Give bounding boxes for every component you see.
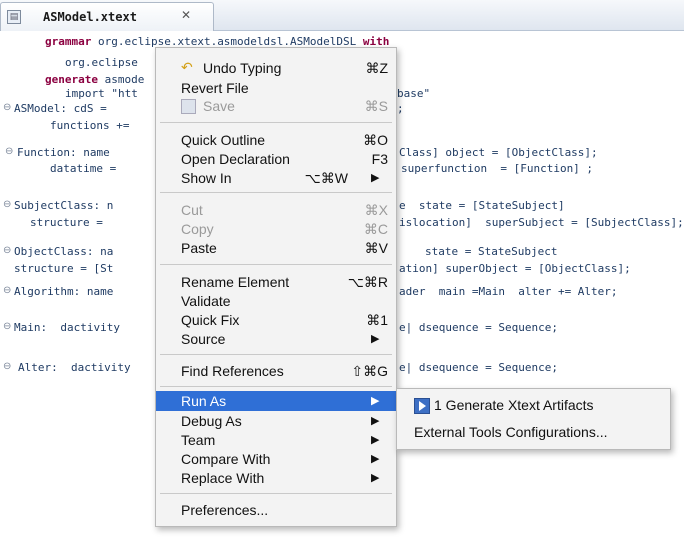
submenu-item-generate-xtext-artifacts[interactable]: 1 Generate Xtext Artifacts [397, 394, 670, 416]
code-line: ation] superObject = [ObjectClass]; [399, 262, 631, 275]
menu-item-show-in[interactable]: Show In ⌥⌘W ▶ [156, 168, 396, 188]
code-line: ader main =Main alter += Alter; [399, 285, 618, 298]
code-line: e state = [StateSubject] [399, 199, 565, 212]
submenu-item-external-tools[interactable]: External Tools Configurations... [397, 421, 670, 443]
submenu-arrow-icon: ▶ [371, 434, 380, 446]
generate-icon [414, 398, 430, 414]
run-as-submenu: 1 Generate Xtext Artifacts External Tool… [396, 388, 671, 450]
fold-icon[interactable]: ⊖ [3, 321, 11, 332]
context-menu: ↶ Undo Typing ⌘Z Revert File Save ⌘S Qui… [155, 47, 397, 527]
menu-item-cut[interactable]: Cut ⌘X [156, 200, 396, 220]
code-line: islocation] superSubject = [SubjectClass… [399, 216, 684, 229]
menu-item-paste[interactable]: Paste ⌘V [156, 238, 396, 258]
code-line: datatime = [50, 162, 117, 175]
code-line: functions += [50, 119, 130, 132]
code-line: ObjectClass: na [14, 245, 114, 258]
menu-separator [160, 354, 392, 355]
menu-item-save[interactable]: Save ⌘S [156, 96, 396, 116]
submenu-arrow-icon: ▶ [371, 333, 380, 345]
code-line: e| dsequence = Sequence; [399, 321, 558, 334]
menu-item-copy[interactable]: Copy ⌘C [156, 219, 396, 239]
menu-item-quick-fix[interactable]: Quick Fix ⌘1 [156, 310, 396, 330]
file-icon: ▤ [7, 10, 21, 24]
code-line: superfunction = [Function] ; [401, 162, 594, 175]
code-line: Class] object = [ObjectClass]; [399, 146, 598, 159]
menu-item-compare-with[interactable]: Compare With ▶ [156, 449, 396, 469]
submenu-arrow-icon: ▶ [371, 415, 380, 427]
code-line: import "htt [65, 87, 138, 100]
menu-item-run-as[interactable]: Run As ▶ [156, 391, 396, 411]
submenu-arrow-icon: ▶ [371, 395, 380, 407]
code-line: structure = [30, 216, 103, 229]
menu-item-preferences[interactable]: Preferences... [156, 500, 396, 520]
menu-separator [160, 192, 392, 193]
fold-icon[interactable]: ⊖ [3, 285, 11, 296]
tab-asmodel-xtext[interactable]: ▤ ASModel.xtext ✕ [0, 2, 214, 31]
fold-icon[interactable]: ⊖ [5, 146, 13, 157]
save-icon [181, 99, 196, 114]
code-line: Algorithm: name [14, 285, 114, 298]
code-line: generate asmode [45, 73, 145, 86]
menu-item-team[interactable]: Team ▶ [156, 430, 396, 450]
code-line: Alter: dactivity [18, 361, 131, 374]
code-line: org.eclipse [65, 56, 138, 69]
submenu-arrow-icon: ▶ [371, 172, 380, 184]
menu-separator [160, 386, 392, 387]
submenu-arrow-icon: ▶ [371, 472, 380, 484]
menu-separator [160, 493, 392, 494]
code-line: e| dsequence = Sequence; [399, 361, 558, 374]
code-line: structure = [St [14, 262, 114, 275]
code-line: ASModel: cdS = [14, 102, 107, 115]
fold-icon[interactable]: ⊖ [3, 199, 11, 210]
undo-icon: ↶ [181, 59, 193, 75]
menu-item-validate[interactable]: Validate [156, 291, 396, 311]
fold-icon[interactable]: ⊖ [3, 361, 11, 372]
menu-item-quick-outline[interactable]: Quick Outline ⌘O [156, 130, 396, 150]
code-line: Main: dactivity [14, 321, 120, 334]
code-line: ; [397, 102, 404, 115]
code-line: Function: name [17, 146, 110, 159]
menu-separator [160, 122, 392, 123]
menu-item-replace-with[interactable]: Replace With ▶ [156, 468, 396, 488]
fold-icon[interactable]: ⊖ [3, 245, 11, 256]
code-line: base" [397, 87, 431, 100]
menu-separator [160, 264, 392, 265]
submenu-arrow-icon: ▶ [371, 453, 380, 465]
menu-item-source[interactable]: Source ▶ [156, 329, 396, 349]
fold-icon[interactable]: ⊖ [3, 102, 11, 113]
menu-item-undo-typing[interactable]: ↶ Undo Typing ⌘Z [156, 58, 396, 78]
menu-item-open-declaration[interactable]: Open Declaration F3 [156, 149, 396, 169]
menu-item-find-references[interactable]: Find References ⇧⌘G [156, 361, 396, 381]
menu-item-revert-file[interactable]: Revert File [156, 78, 396, 98]
editor-tab-bar: ▤ ASModel.xtext ✕ [0, 0, 684, 31]
code-line: SubjectClass: n [14, 199, 114, 212]
menu-item-debug-as[interactable]: Debug As ▶ [156, 411, 396, 431]
code-line: state = StateSubject [425, 245, 558, 258]
tab-title: ASModel.xtext [43, 10, 137, 24]
close-icon[interactable]: ✕ [181, 8, 191, 22]
menu-item-rename-element[interactable]: Rename Element ⌥⌘R [156, 272, 396, 292]
